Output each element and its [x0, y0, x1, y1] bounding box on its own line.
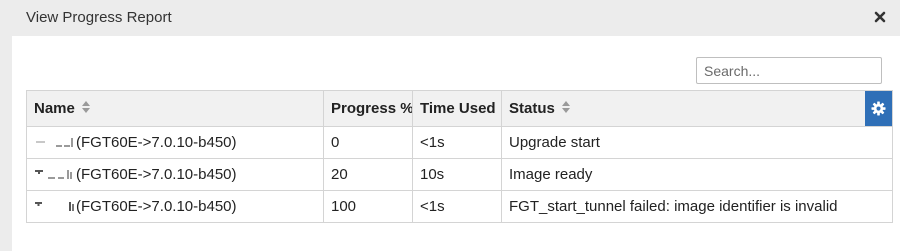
time-used-cell: <1s: [412, 190, 502, 223]
gear-icon[interactable]: [865, 91, 892, 126]
progress-table: Name Progress % Time Used Status (FGT60E…: [26, 90, 893, 223]
close-icon[interactable]: [872, 9, 888, 25]
name-cell: (FGT60E->7.0.10-b450): [26, 190, 324, 223]
sort-icon[interactable]: [82, 100, 91, 117]
redacted-device-name: [34, 167, 76, 179]
sort-icon[interactable]: [562, 100, 571, 117]
column-header-progress[interactable]: Progress %: [323, 90, 413, 127]
redacted-device-name: [34, 199, 76, 211]
column-label: Progress %: [331, 99, 413, 117]
progress-cell: 0: [323, 126, 413, 159]
column-label: Time Used: [420, 99, 496, 117]
status-cell: FGT_start_tunnel failed: image identifie…: [501, 190, 893, 223]
column-header-status[interactable]: Status: [501, 90, 893, 127]
column-label: Name: [34, 99, 75, 117]
progress-cell: 20: [323, 158, 413, 191]
time-used-cell: <1s: [412, 126, 502, 159]
name-cell: (FGT60E->7.0.10-b450): [26, 158, 324, 191]
redacted-device-name: [34, 135, 76, 147]
column-label: Status: [509, 99, 555, 117]
status-cell: Image ready: [501, 158, 893, 191]
search-input[interactable]: [696, 57, 882, 84]
column-header-time-used[interactable]: Time Used: [412, 90, 502, 127]
name-cell: (FGT60E->7.0.10-b450): [26, 126, 324, 159]
name-text: (FGT60E->7.0.10-b450): [76, 134, 237, 151]
progress-cell: 100: [323, 190, 413, 223]
status-cell: Upgrade start: [501, 126, 893, 159]
table-row[interactable]: (FGT60E->7.0.10-b450) 100 <1s FGT_start_…: [26, 190, 893, 223]
dialog-left-edge: [0, 36, 12, 251]
time-used-cell: 10s: [412, 158, 502, 191]
name-text: (FGT60E->7.0.10-b450): [76, 166, 237, 183]
table-header-row: Name Progress % Time Used Status: [26, 90, 893, 127]
table-row[interactable]: (FGT60E->7.0.10-b450) 20 10s Image ready: [26, 158, 893, 191]
dialog-title: View Progress Report: [26, 9, 172, 26]
column-header-name[interactable]: Name: [26, 90, 324, 127]
table-row[interactable]: (FGT60E->7.0.10-b450) 0 <1s Upgrade star…: [26, 126, 893, 159]
dialog-titlebar: View Progress Report: [0, 0, 900, 36]
name-text: (FGT60E->7.0.10-b450): [76, 198, 237, 215]
